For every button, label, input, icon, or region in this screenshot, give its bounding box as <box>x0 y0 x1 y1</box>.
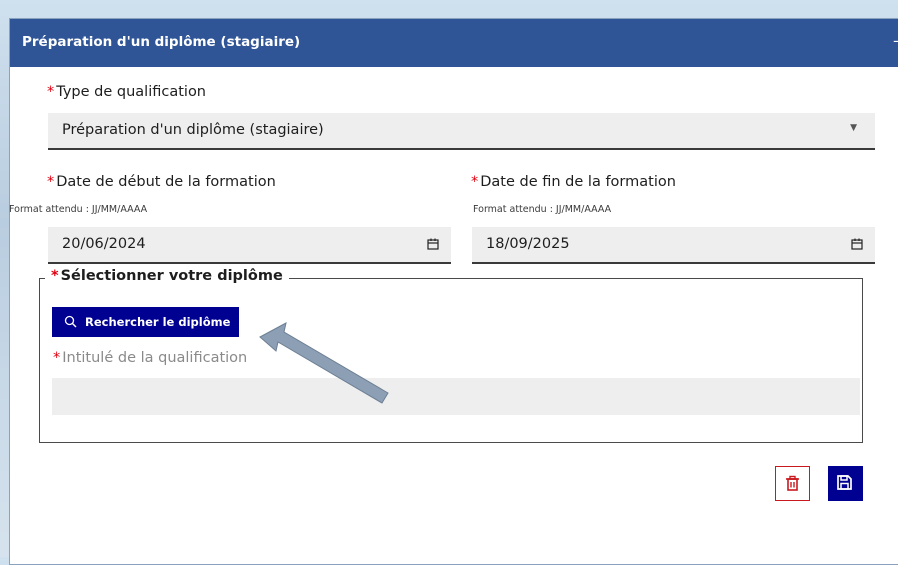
annotation-arrow-icon <box>259 322 389 404</box>
required-marker: * <box>47 174 55 190</box>
calendar-icon[interactable] <box>851 238 863 250</box>
diploma-legend: * Sélectionner votre diplôme <box>45 268 289 284</box>
required-marker: * <box>47 84 55 100</box>
qualification-type-label: * Type de qualification <box>47 84 206 100</box>
panel-header[interactable]: Préparation d'un diplôme (stagiaire) – <box>10 19 898 67</box>
required-marker: * <box>51 268 59 284</box>
end-date-input[interactable]: 18/09/2025 <box>472 227 875 264</box>
intitule-label-text: Intitulé de la qualification <box>62 350 248 366</box>
end-date-label-text: Date de fin de la formation <box>480 174 676 190</box>
search-diploma-label: Rechercher le diplôme <box>85 315 231 329</box>
panel-title: Préparation d'un diplôme (stagiaire) <box>22 34 301 50</box>
delete-button[interactable] <box>775 466 810 501</box>
qualification-type-value: Préparation d'un diplôme (stagiaire) <box>62 122 324 138</box>
start-date-label: * Date de début de la formation <box>47 174 276 190</box>
intitule-input <box>52 378 860 415</box>
qualification-type-select[interactable]: Préparation d'un diplôme (stagiaire) ▼ <box>48 113 875 150</box>
required-marker: * <box>471 174 479 190</box>
save-button[interactable] <box>828 466 863 501</box>
collapse-icon[interactable]: – <box>893 31 898 50</box>
end-date-label: * Date de fin de la formation <box>471 174 676 190</box>
start-date-input[interactable]: 20/06/2024 <box>48 227 451 264</box>
floppy-disk-icon <box>837 475 852 490</box>
required-marker: * <box>53 350 61 366</box>
caret-down-icon: ▼ <box>850 123 857 133</box>
start-date-hint: Format attendu : JJ/MM/AAAA <box>9 204 148 215</box>
qualification-type-label-text: Type de qualification <box>56 84 207 100</box>
end-date-value: 18/09/2025 <box>486 236 570 252</box>
search-diploma-button[interactable]: Rechercher le diplôme <box>52 307 239 337</box>
start-date-label-text: Date de début de la formation <box>56 174 276 190</box>
calendar-icon[interactable] <box>427 238 439 250</box>
search-icon <box>64 315 77 328</box>
start-date-value: 20/06/2024 <box>62 236 146 252</box>
diploma-legend-text: Sélectionner votre diplôme <box>60 268 283 284</box>
intitule-label: * Intitulé de la qualification <box>53 350 247 366</box>
end-date-hint: Format attendu : JJ/MM/AAAA <box>473 204 612 215</box>
trash-icon <box>786 475 799 491</box>
